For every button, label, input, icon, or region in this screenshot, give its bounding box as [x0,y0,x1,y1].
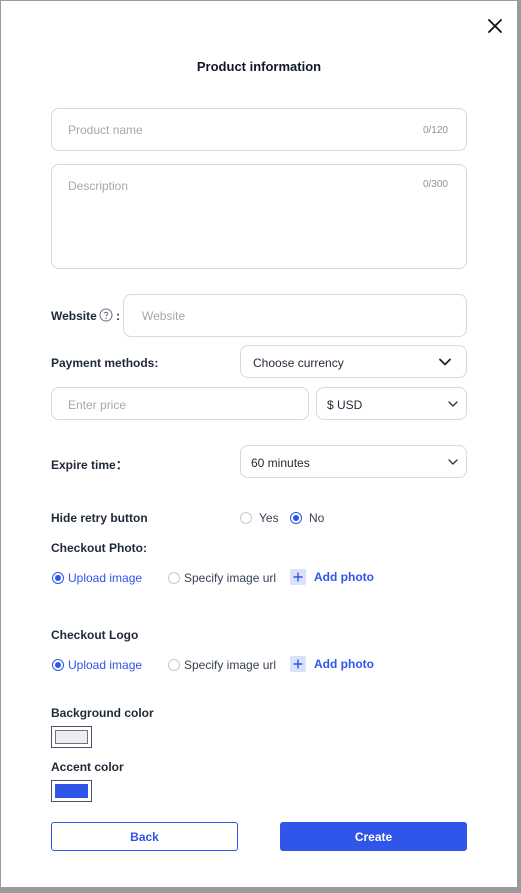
website-placeholder: Website [142,309,186,323]
payment-methods-label: Payment methods: [51,356,159,370]
accent-color-label: Accent color [51,760,124,774]
price-placeholder: Enter price [68,398,127,412]
create-button[interactable]: Create [280,822,467,851]
description-placeholder: Description [68,179,129,193]
product-name-placeholder: Product name [68,123,143,137]
chevron-down-icon [448,401,458,407]
expire-time-label: Expire time： [51,458,128,472]
hide-retry-yes-radio[interactable] [240,512,252,524]
accent-color-swatch[interactable] [51,780,92,802]
background-color-fill [55,730,88,744]
close-button[interactable] [484,15,506,37]
accent-color-fill [55,784,88,798]
hide-retry-yes-label[interactable]: Yes [259,511,279,525]
background-color-label: Background color [51,706,154,720]
currency-unit-text: $ USD [327,398,363,412]
currency-unit-select[interactable]: $ USD [316,387,467,420]
currency-select[interactable]: Choose currency [240,345,467,378]
product-name-input[interactable]: Product name 0/120 [51,108,467,151]
photo-add-label: Add photo [314,570,374,584]
logo-url-radio[interactable] [168,659,180,671]
product-dialog: Product information Product name 0/120 D… [1,1,517,887]
website-colon: : [116,309,120,323]
hide-retry-no-radio[interactable] [290,512,302,524]
dialog-title: Product information [196,59,322,74]
background-color-swatch[interactable] [51,726,92,748]
price-input[interactable]: Enter price [51,387,309,420]
checkout-logo-label: Checkout Logo [51,628,139,642]
checkout-photo-label: Checkout Photo: [51,541,147,555]
photo-url-label[interactable]: Specify image url [184,571,276,585]
currency-select-text: Choose currency [253,356,344,370]
chevron-down-icon [448,459,458,465]
website-label: Website [51,309,97,323]
photo-url-radio[interactable] [168,572,180,584]
hide-retry-label: Hide retry button [51,511,148,525]
close-icon[interactable] [488,19,502,33]
expire-time-select[interactable]: 60 minutes [240,445,467,478]
expire-time-value: 60 minutes [251,456,310,470]
photo-add-button[interactable]: Add photo [290,569,374,585]
plus-icon [290,569,306,585]
logo-add-label: Add photo [314,657,374,671]
description-textarea[interactable]: Description 0/300 [51,164,467,269]
chevron-down-icon [439,358,451,366]
website-input[interactable]: Website [123,294,467,337]
logo-upload-label[interactable]: Upload image [68,658,142,672]
product-name-counter: 0/120 [422,125,448,136]
photo-upload-label[interactable]: Upload image [68,571,142,585]
description-counter: 0/300 [422,179,448,190]
hide-retry-no-label[interactable]: No [309,511,324,525]
help-circle-icon[interactable] [99,308,113,322]
logo-upload-radio[interactable] [52,659,64,671]
back-button[interactable]: Back [51,822,238,851]
logo-add-button[interactable]: Add photo [290,656,374,672]
plus-icon [290,656,306,672]
photo-upload-radio[interactable] [52,572,64,584]
logo-url-label[interactable]: Specify image url [184,658,276,672]
